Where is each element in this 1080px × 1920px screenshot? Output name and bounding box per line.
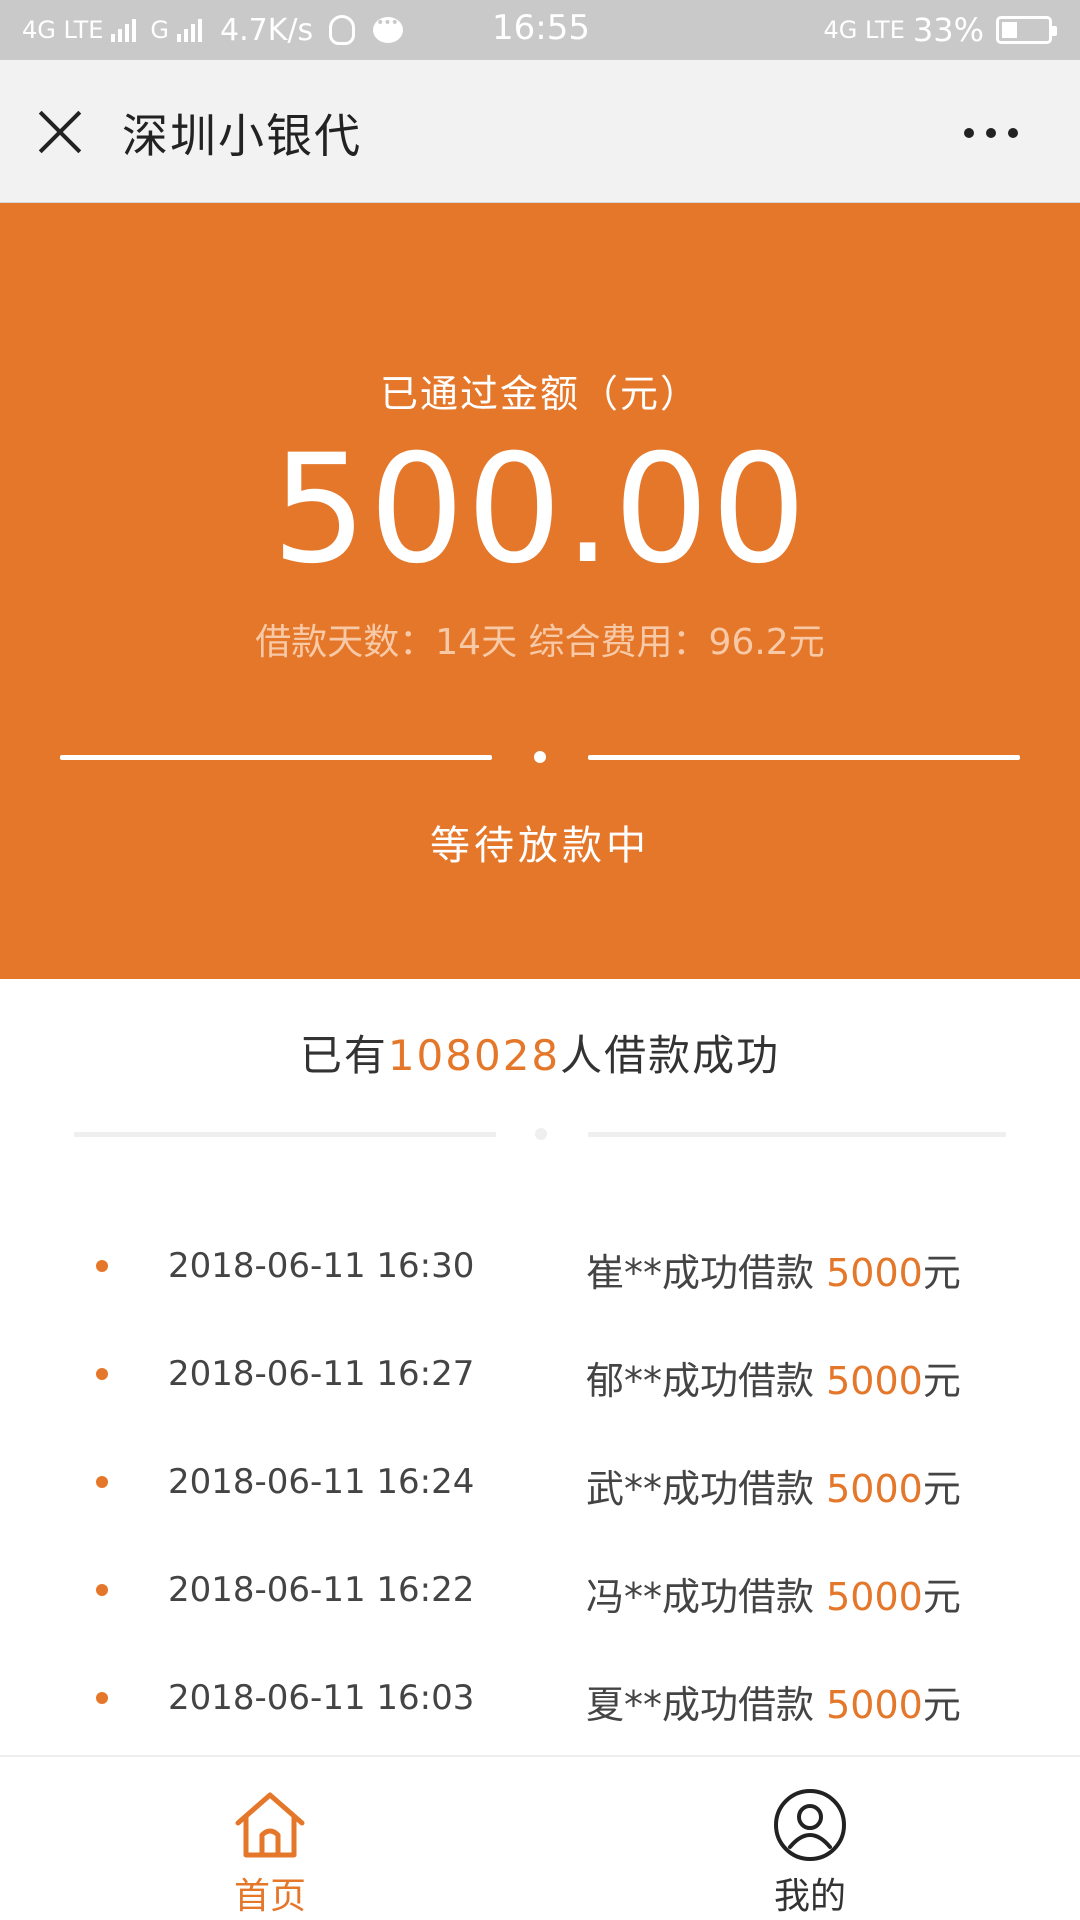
divider-right xyxy=(588,755,1020,760)
success-counter: 已有108028人借款成功 xyxy=(0,1022,1080,1083)
record-time: 2018-06-11 16:24 xyxy=(168,1462,475,1502)
record-unit: 元 xyxy=(922,1467,961,1511)
network-type-label: 4G LTE xyxy=(22,16,104,44)
home-icon xyxy=(235,1792,305,1858)
nav-bar: 深圳小银代 xyxy=(0,60,1080,203)
list-divider-right xyxy=(588,1132,1006,1137)
clock: 16:55 xyxy=(492,8,590,48)
network-type-label-3: 4G LTE xyxy=(823,16,905,44)
record-unit: 元 xyxy=(922,1359,961,1403)
approved-amount: 500.00 xyxy=(271,423,809,597)
bullet-icon xyxy=(96,1584,108,1596)
record-text: 武**成功借款 5000元 xyxy=(586,1458,961,1513)
signal-icon xyxy=(111,18,137,42)
record-name: 冯**成功借款 xyxy=(586,1575,827,1619)
bullet-icon xyxy=(96,1260,108,1272)
tab-home[interactable]: 首页 xyxy=(135,1757,405,1920)
counter-suffix: 人借款成功 xyxy=(560,1031,781,1080)
page-title: 深圳小银代 xyxy=(122,109,362,163)
list-item: 2018-06-11 16:22 冯**成功借款 5000元 xyxy=(0,1564,1080,1624)
tab-bar: 首页 我的 xyxy=(0,1755,1080,1920)
list-item: 2018-06-11 16:30 崔**成功借款 5000元 xyxy=(0,1240,1080,1300)
network-speed: 4.7K/s xyxy=(220,12,314,48)
record-unit: 元 xyxy=(922,1683,961,1727)
status-bar-left: 4G LTE G 4.7K/s xyxy=(22,12,404,48)
status-bar: 4G LTE G 4.7K/s 16:55 4G LTE 33% xyxy=(0,0,1080,60)
counter-number: 108028 xyxy=(387,1031,561,1080)
battery-level xyxy=(1002,22,1017,38)
record-time: 2018-06-11 16:03 xyxy=(168,1678,475,1718)
network-type-label-2: G xyxy=(150,16,169,44)
approved-amount-label: 已通过金额（元） xyxy=(379,372,700,416)
bullet-icon xyxy=(96,1692,108,1704)
record-text: 崔**成功借款 5000元 xyxy=(586,1242,961,1297)
record-text: 夏**成功借款 5000元 xyxy=(586,1674,961,1729)
loan-terms: 借款天数：14天 综合费用：96.2元 xyxy=(255,622,825,663)
tab-mine-label: 我的 xyxy=(773,1876,846,1917)
qq-icon xyxy=(329,15,356,45)
signal-icon-2 xyxy=(177,18,202,42)
record-time: 2018-06-11 16:22 xyxy=(168,1570,475,1610)
user-icon xyxy=(774,1789,846,1861)
screen: 4G LTE G 4.7K/s 16:55 4G LTE 33% 深圳小银代 已… xyxy=(0,0,1080,1920)
record-time: 2018-06-11 16:27 xyxy=(168,1354,475,1394)
divider-dot xyxy=(534,751,546,763)
record-name: 崔**成功借款 xyxy=(586,1251,827,1295)
record-text: 冯**成功借款 5000元 xyxy=(586,1566,961,1621)
record-amount: 5000 xyxy=(826,1683,923,1727)
record-amount: 5000 xyxy=(826,1359,923,1403)
record-name: 郁**成功借款 xyxy=(586,1359,827,1403)
list-item: 2018-06-11 16:24 武**成功借款 5000元 xyxy=(0,1456,1080,1516)
close-icon[interactable] xyxy=(36,108,84,156)
tab-mine[interactable]: 我的 xyxy=(675,1757,945,1920)
record-name: 武**成功借款 xyxy=(586,1467,827,1511)
more-icon[interactable] xyxy=(964,128,1018,138)
list-item: 2018-06-11 16:27 郁**成功借款 5000元 xyxy=(0,1348,1080,1408)
status-bar-right: 4G LTE 33% xyxy=(823,11,1057,49)
list-divider-left xyxy=(74,1132,496,1137)
record-amount: 5000 xyxy=(826,1575,923,1619)
record-name: 夏**成功借款 xyxy=(586,1683,827,1727)
counter-prefix: 已有 xyxy=(299,1031,388,1080)
bullet-icon xyxy=(96,1476,108,1488)
list-divider-dot xyxy=(535,1128,547,1140)
list-item: 2018-06-11 16:03 夏**成功借款 5000元 xyxy=(0,1672,1080,1732)
record-amount: 5000 xyxy=(826,1467,923,1511)
loan-status: 等待放款中 xyxy=(430,823,650,869)
record-text: 郁**成功借款 5000元 xyxy=(586,1350,961,1405)
record-unit: 元 xyxy=(922,1251,961,1295)
tab-home-label: 首页 xyxy=(233,1876,306,1917)
battery-percent: 33% xyxy=(912,11,984,49)
approved-amount-panel: 已通过金额（元） 500.00 借款天数：14天 综合费用：96.2元 等待放款… xyxy=(0,203,1080,979)
message-icon xyxy=(373,15,404,43)
battery-icon xyxy=(996,16,1057,44)
record-unit: 元 xyxy=(922,1575,961,1619)
record-amount: 5000 xyxy=(826,1251,923,1295)
divider-left xyxy=(60,755,492,760)
record-time: 2018-06-11 16:30 xyxy=(168,1246,475,1286)
bullet-icon xyxy=(96,1368,108,1380)
